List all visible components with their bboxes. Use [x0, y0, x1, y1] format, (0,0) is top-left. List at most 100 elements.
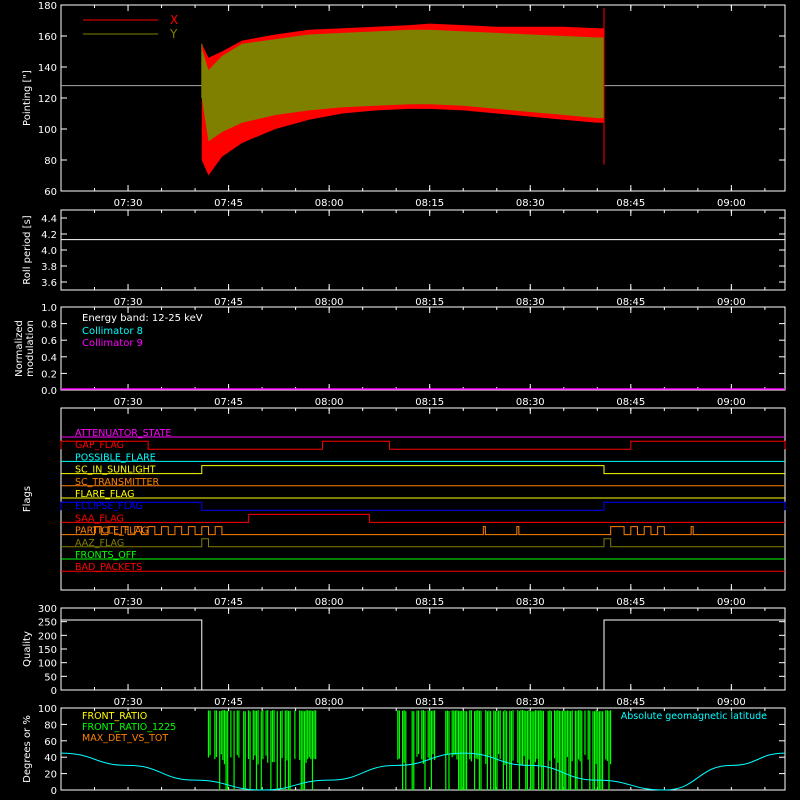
- x-tick-label: 07:45: [214, 297, 243, 308]
- y-tick-label: 150: [38, 645, 57, 656]
- y-tick-label: 80: [44, 156, 57, 167]
- flag-label: SC_IN_SUNLIGHT: [75, 465, 156, 476]
- y-tick-label: 100: [38, 659, 57, 670]
- x-tick-label: 07:45: [214, 397, 243, 408]
- x-tick-label: 07:30: [114, 397, 143, 408]
- x-tick-label: 07:30: [114, 297, 143, 308]
- legend-label: Collimator 8: [82, 326, 143, 337]
- y-axis-label: Roll period [s]: [22, 215, 33, 284]
- x-tick-label: 07:45: [214, 597, 243, 608]
- x-tick-label: 08:15: [415, 397, 444, 408]
- x-tick-label: 08:00: [315, 697, 344, 708]
- x-tick-label: 09:00: [717, 697, 746, 708]
- y-tick-label: 1.0: [41, 303, 57, 314]
- x-tick-label: 09:00: [717, 198, 746, 209]
- y-tick-label: 60: [44, 737, 57, 748]
- y-tick-label: 250: [38, 618, 57, 629]
- y-tick-label: 4.0: [41, 246, 57, 257]
- y-tick-label: 100: [38, 704, 57, 715]
- y-tick-label: 0: [51, 786, 57, 797]
- x-tick-label: 08:30: [516, 297, 545, 308]
- x-tick-label: 08:15: [415, 597, 444, 608]
- y-tick-label: 80: [44, 720, 57, 731]
- x-tick-label: 08:45: [616, 597, 645, 608]
- y-axis-label: Normalized: [14, 320, 25, 377]
- y-axis-label: Quality: [22, 631, 33, 667]
- y-tick-label: 0.2: [41, 369, 57, 380]
- y-tick-label: 4.4: [41, 214, 57, 225]
- x-tick-label: 07:45: [214, 198, 243, 209]
- y-axis-label: modulation: [25, 320, 36, 377]
- x-tick-label: 07:30: [114, 597, 143, 608]
- y-tick-label: 300: [38, 604, 57, 615]
- x-tick-label: 07:45: [214, 697, 243, 708]
- y-tick-label: 3.8: [41, 262, 57, 273]
- y-tick-label: 200: [38, 631, 57, 642]
- y-tick-label: 140: [38, 63, 57, 74]
- x-tick-label: 09:00: [717, 297, 746, 308]
- y-tick-label: 160: [38, 32, 57, 43]
- flag-label: SC_TRANSMITTER: [75, 477, 160, 488]
- flag-line-sc-in-sunlight: [61, 465, 785, 475]
- y-tick-label: 180: [38, 1, 57, 12]
- x-tick-label: 09:00: [717, 397, 746, 408]
- y-tick-label: 40: [44, 753, 57, 764]
- flag-label: PARTICLE_FLAG: [75, 526, 148, 537]
- y-tick-label: 0.6: [41, 336, 57, 347]
- y-tick-label: 100: [38, 125, 57, 136]
- y-axis-label: Flags: [22, 486, 33, 512]
- y-tick-label: 120: [38, 94, 57, 105]
- y-tick-label: 50: [44, 672, 57, 683]
- legend-label: FRONT_RATIO_1225: [82, 722, 176, 733]
- y-tick-label: 0.8: [41, 320, 57, 331]
- flag-line-eclipse-flag: [60, 501, 786, 511]
- x-tick-label: 08:00: [315, 198, 344, 209]
- x-tick-label: 08:15: [415, 297, 444, 308]
- legend-label: Collimator 9: [82, 338, 143, 349]
- x-tick-label: 08:45: [616, 297, 645, 308]
- y-tick-label: 0: [51, 686, 57, 697]
- x-tick-label: 08:45: [616, 397, 645, 408]
- x-tick-label: 09:00: [717, 597, 746, 608]
- quality-line: [61, 619, 785, 691]
- flag-label: POSSIBLE_FLARE: [75, 452, 156, 463]
- x-tick-label: 08:00: [315, 297, 344, 308]
- flag-line-particle-flag: [61, 526, 785, 536]
- x-tick-label: 07:30: [114, 198, 143, 209]
- y-tick-label: 0.0: [41, 386, 57, 397]
- y-tick-label: 60: [44, 187, 57, 198]
- latitude-annotation: Absolute geomagnetic latitude: [621, 711, 767, 722]
- flag-label: AAZ_FLAG: [75, 538, 124, 549]
- flag-label: GAP_FLAG: [75, 440, 124, 451]
- x-tick-label: 08:45: [616, 697, 645, 708]
- x-tick-label: 08:30: [516, 597, 545, 608]
- x-tick-label: 08:30: [516, 397, 545, 408]
- flag-label: FRONTS_OFF: [75, 550, 137, 561]
- x-tick-label: 07:30: [114, 697, 143, 708]
- flag-label: ECLIPSE_FLAG: [75, 501, 143, 512]
- flag-line-aaz-flag: [61, 538, 785, 548]
- y-tick-label: 4.2: [41, 230, 57, 241]
- y-tick-label: 0.4: [41, 353, 57, 364]
- flag-line-gap-flag: [60, 440, 786, 450]
- y-axis-label: Pointing ["]: [22, 70, 33, 126]
- flag-label: FLARE_FLAG: [75, 489, 135, 500]
- legend-label: FRONT_RATIO: [82, 711, 147, 722]
- x-tick-label: 08:45: [616, 198, 645, 209]
- flag-line-saa-flag: [61, 513, 785, 523]
- x-tick-label: 08:30: [516, 697, 545, 708]
- flag-label: ATTENUATOR_STATE: [75, 428, 171, 439]
- x-tick-label: 08:00: [315, 397, 344, 408]
- y-tick-label: 3.6: [41, 278, 57, 289]
- flag-label: SAA_FLAG: [75, 513, 124, 524]
- x-tick-label: 08:15: [415, 198, 444, 209]
- x-tick-label: 08:15: [415, 697, 444, 708]
- y-axis-label: Degrees or %: [22, 715, 33, 783]
- panel-frame: [60, 209, 786, 291]
- legend-label: MAX_DET_VS_TOT: [82, 733, 168, 744]
- summary-plot: 07:30 07:45 08:00 08:15 08:30 08:45 09:00 60 80 1…: [14, 1, 786, 797]
- legend-label: X: [170, 13, 178, 27]
- flag-label: BAD_PACKETS: [75, 562, 142, 573]
- energy-band-annotation: Energy band: 12-25 keV: [82, 313, 203, 324]
- legend-label: Y: [169, 27, 178, 41]
